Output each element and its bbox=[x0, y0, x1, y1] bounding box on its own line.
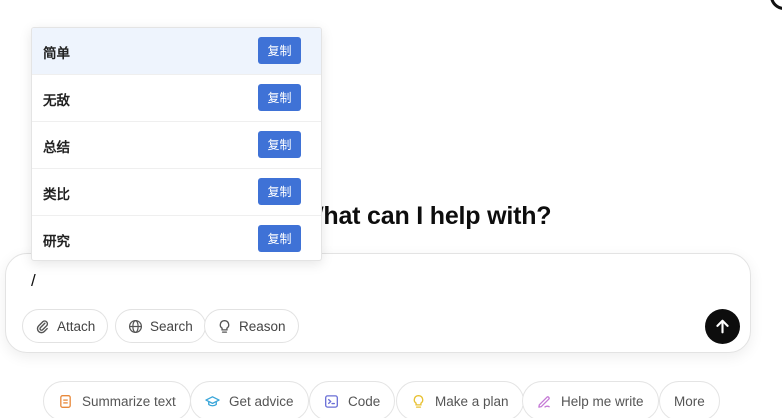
reason-button[interactable]: Reason bbox=[204, 309, 299, 343]
search-button[interactable]: Search bbox=[115, 309, 206, 343]
reason-label: Reason bbox=[239, 318, 286, 334]
dropdown-item[interactable]: 无敌 复制 bbox=[32, 75, 321, 122]
dropdown-item-label: 无敌 bbox=[43, 93, 70, 108]
suggestion-summarize-text[interactable]: Summarize text bbox=[43, 381, 191, 418]
chip-label: Get advice bbox=[229, 393, 294, 409]
search-label: Search bbox=[150, 318, 193, 334]
graduation-cap-icon bbox=[205, 395, 220, 406]
dropdown-item-label: 研究 bbox=[43, 234, 70, 249]
lightbulb-icon bbox=[219, 319, 230, 333]
send-button[interactable] bbox=[705, 309, 740, 344]
dropdown-item[interactable]: 研究 复制 bbox=[32, 216, 321, 260]
dropdown-item[interactable]: 总结 复制 bbox=[32, 122, 321, 169]
dropdown-item-label: 简单 bbox=[43, 46, 70, 61]
dropdown-item[interactable]: 简单 复制 bbox=[32, 28, 321, 75]
copy-button[interactable]: 复制 bbox=[258, 84, 301, 111]
chip-label: Help me write bbox=[561, 393, 644, 409]
message-input[interactable]: / bbox=[31, 271, 36, 291]
suggestion-code[interactable]: Code bbox=[309, 381, 396, 418]
chip-label: More bbox=[674, 393, 705, 409]
dropdown-item[interactable]: 类比 复制 bbox=[32, 169, 321, 216]
chip-label: Summarize text bbox=[82, 393, 176, 409]
document-icon bbox=[60, 394, 71, 408]
copy-button[interactable]: 复制 bbox=[258, 37, 301, 64]
suggestion-get-advice[interactable]: Get advice bbox=[190, 381, 309, 418]
suggestion-more[interactable]: More bbox=[659, 381, 720, 418]
dropdown-item-label: 总结 bbox=[43, 140, 70, 155]
profile-avatar-ring[interactable] bbox=[770, 0, 782, 10]
copy-button[interactable]: 复制 bbox=[258, 178, 301, 205]
copy-button[interactable]: 复制 bbox=[258, 131, 301, 158]
attach-button[interactable]: Attach bbox=[22, 309, 109, 343]
dropdown-item-label: 类比 bbox=[43, 187, 70, 202]
page-heading: What can I help with? bbox=[300, 202, 552, 230]
arrow-up-icon bbox=[716, 319, 729, 334]
globe-icon bbox=[128, 319, 143, 333]
code-icon bbox=[325, 394, 338, 408]
suggestion-make-a-plan[interactable]: Make a plan bbox=[396, 381, 524, 418]
suggestion-help-me-write[interactable]: Help me write bbox=[522, 381, 659, 418]
chip-label: Code bbox=[348, 393, 381, 409]
paperclip-icon bbox=[36, 319, 49, 333]
lightbulb-icon bbox=[413, 394, 424, 408]
chip-label: Make a plan bbox=[435, 393, 509, 409]
message-composer[interactable]: / Attach Search Reason bbox=[5, 253, 751, 353]
pen-icon bbox=[538, 395, 550, 408]
copy-button[interactable]: 复制 bbox=[258, 225, 301, 252]
chat-page: What can I help with? / Attach Search Re… bbox=[0, 0, 782, 418]
attach-label: Attach bbox=[57, 318, 96, 334]
prompt-dropdown: 简单 复制 无敌 复制 总结 复制 类比 复制 研究 复制 bbox=[31, 27, 322, 261]
